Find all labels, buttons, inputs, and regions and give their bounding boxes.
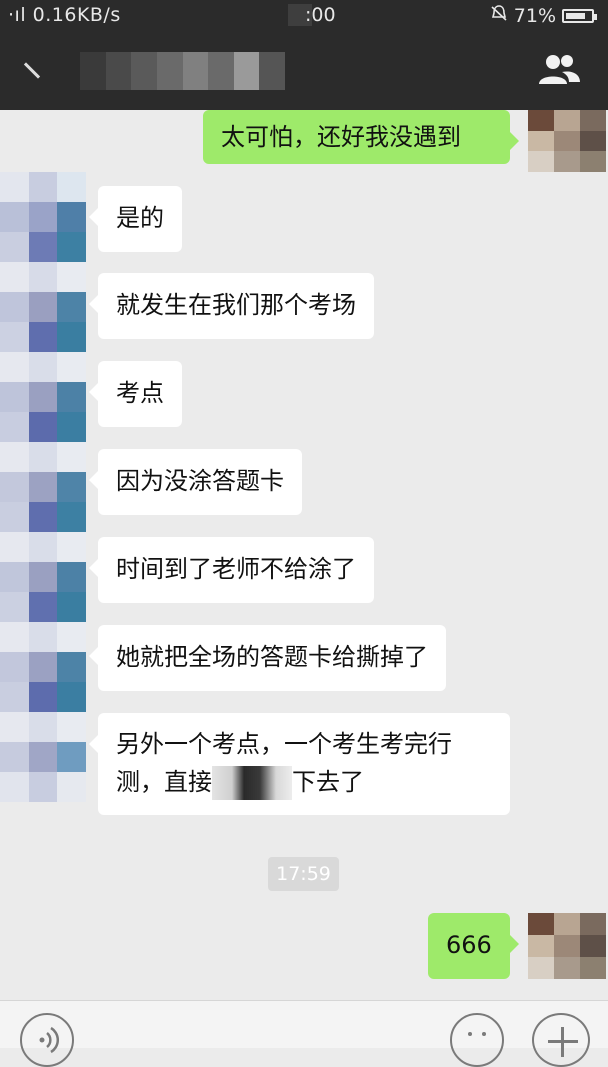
message-text-line: 另外一个考点，一个考生考完行 [116,730,452,758]
chat-title-blurred [80,52,285,90]
my-avatar[interactable] [528,110,606,172]
status-right: 71% [490,4,597,27]
message-text-line: 测，直接 [116,768,212,796]
contact-avatar[interactable] [0,172,86,802]
alarm-icon [490,4,508,27]
group-members-icon[interactable] [536,50,582,90]
message-bubble-sent[interactable]: 666 [428,913,519,979]
message-text: 太可怕，还好我没遇到 [221,123,461,151]
clock: :00 [305,4,336,26]
message-text: 666 [446,931,492,959]
back-arrow-icon[interactable] [22,60,44,82]
message-text: 她就把全场的答题卡给撕掉了 [116,643,428,671]
message-text: 因为没涂答题卡 [116,467,284,495]
message-text: 时间到了老师不给涂了 [116,555,356,583]
redacted-text [212,766,292,800]
message-text-line: 下去了 [292,768,364,796]
battery-icon [562,8,597,23]
message-text: 考点 [116,379,164,407]
battery-percent: 71% [513,4,556,27]
status-bar: ·ıl 0.16KB/s :00 71% [0,0,608,30]
message-bubble-sent[interactable]: 太可怕，还好我没遇到 [203,110,519,164]
plus-icon[interactable] [532,1013,590,1067]
message-bubble-received[interactable]: 时间到了老师不给涂了 [89,537,374,603]
message-bubble-received[interactable]: 考点 [89,361,182,427]
message-text: 是的 [116,204,164,232]
message-text: 就发生在我们那个考场 [116,291,356,319]
message-bubble-received[interactable]: 因为没涂答题卡 [89,449,302,515]
input-bar [0,1000,608,1067]
message-bubble-received[interactable]: 她就把全场的答题卡给撕掉了 [89,625,446,691]
voice-icon[interactable] [20,1013,74,1067]
message-bubble-received[interactable]: 是的 [89,186,182,252]
my-avatar[interactable] [528,913,606,979]
chat-header [0,30,608,110]
message-bubble-received[interactable]: 就发生在我们那个考场 [89,273,374,339]
message-bubble-received[interactable]: 另外一个考点，一个考生考完行 测，直接 下去了 [89,713,510,815]
emoji-icon[interactable] [450,1013,504,1067]
timestamp: 17:59 [268,857,339,891]
network-speed: ·ıl 0.16KB/s [8,4,121,26]
